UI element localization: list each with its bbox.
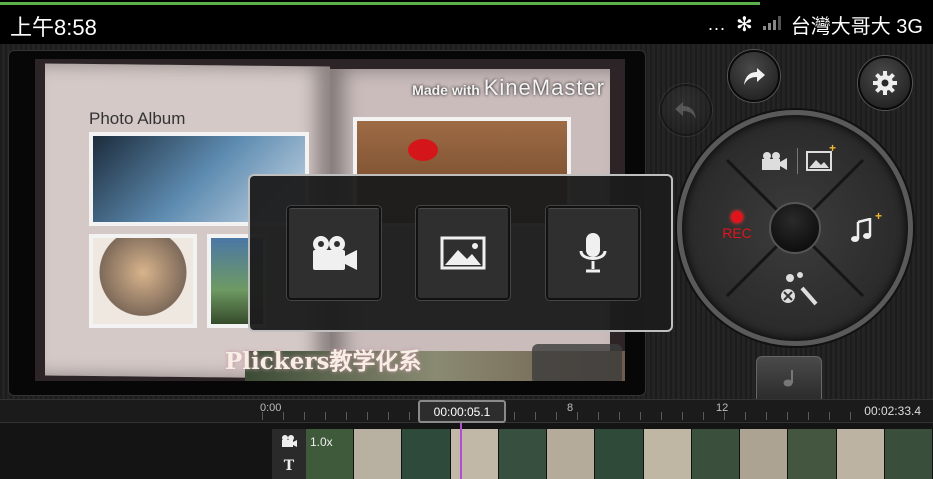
- audio-button[interactable]: +: [840, 209, 884, 251]
- video-camera-icon: [761, 152, 787, 170]
- playhead[interactable]: [460, 423, 462, 479]
- microphone-icon: [579, 233, 607, 273]
- settings-button[interactable]: [858, 56, 912, 110]
- total-duration: 00:02:33.4: [864, 404, 921, 418]
- add-media-popup: [248, 174, 673, 332]
- child-photo: [89, 234, 197, 328]
- media-browser-button[interactable]: +: [752, 141, 838, 181]
- text-layer-icon: T: [283, 458, 295, 474]
- gear-icon: [873, 71, 897, 95]
- clip-speed: 1.0x: [310, 435, 333, 449]
- status-right: ... ✻ 台灣大哥大 3G: [708, 10, 923, 39]
- current-timecode: 00:00:05.1: [418, 400, 506, 423]
- thumbnail: [402, 429, 451, 479]
- dial-center-button[interactable]: [769, 202, 821, 254]
- add-media-plus-icon: +: [828, 141, 836, 155]
- timeline-ruler[interactable]: 0:00 8 12 00:00:05.1 00:02:33.4: [0, 399, 933, 423]
- record-audio-button[interactable]: [546, 206, 640, 300]
- rose-petal: [408, 139, 438, 161]
- video-camera-icon: [313, 236, 357, 270]
- thumbnail: [643, 429, 692, 479]
- ruler-label-start: 0:00: [260, 402, 282, 414]
- thumbnail: [691, 429, 741, 479]
- kinemaster-watermark: Made with KineMaster: [412, 75, 605, 101]
- redo-button[interactable]: [728, 50, 780, 102]
- notification-dots: ...: [707, 14, 726, 34]
- effects-wand-icon: [781, 272, 818, 306]
- rec-label: REC: [722, 225, 752, 241]
- signal-icon: [762, 13, 781, 36]
- add-image-button[interactable]: [416, 206, 510, 300]
- ruler-ticks: [262, 412, 853, 420]
- watermark-prefix: Made with: [412, 82, 480, 98]
- thumbnail: [498, 429, 548, 479]
- play-button-shadow: [532, 344, 622, 381]
- media-divider: [796, 148, 798, 174]
- record-dial: + REC +: [677, 110, 913, 346]
- audio-track-tab[interactable]: [756, 356, 822, 399]
- thumbnail: [450, 429, 499, 479]
- thumbnail: [884, 429, 933, 479]
- add-video-button[interactable]: [287, 206, 381, 300]
- bluetooth-icon: ✻: [735, 14, 753, 36]
- thumbnail: [788, 429, 837, 479]
- thumbnail: [836, 429, 885, 479]
- status-bar: 上午8:58 ... ✻ 台灣大哥大 3G: [0, 0, 933, 44]
- thumbnail: [547, 429, 596, 479]
- video-camera-icon: [282, 435, 297, 447]
- ruler-label-12: 12: [716, 402, 729, 414]
- thumbnail: [354, 429, 403, 479]
- load-progress-bar: [0, 2, 760, 5]
- image-icon: [440, 236, 486, 270]
- video-track[interactable]: T 1.0x: [0, 423, 933, 479]
- redo-arrow-icon: [744, 68, 765, 85]
- album-title: Photo Album: [89, 109, 186, 128]
- add-audio-plus-icon: +: [874, 209, 882, 223]
- clip-thumbnails[interactable]: [306, 429, 933, 479]
- effects-button[interactable]: [770, 265, 830, 315]
- thumbnail: [595, 429, 644, 479]
- status-time: 上午8:58: [10, 15, 97, 40]
- video-caption: Plickers教学化系: [225, 348, 422, 375]
- record-dot-icon: [731, 211, 743, 223]
- image-icon: [805, 151, 832, 171]
- music-note-icon: [851, 218, 872, 242]
- carrier-label: 台灣大哥大 3G: [790, 16, 923, 38]
- watermark-brand: KineMaster: [483, 75, 605, 100]
- ruler-label-8: 8: [567, 402, 574, 414]
- thumbnail: [740, 429, 789, 479]
- rec-button[interactable]: REC: [712, 203, 762, 249]
- clip-header[interactable]: T: [272, 429, 306, 479]
- music-note-small-icon: [783, 370, 793, 387]
